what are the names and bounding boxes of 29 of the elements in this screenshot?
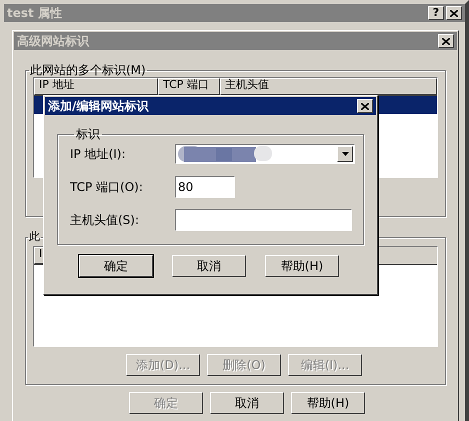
dropdown-button[interactable]	[337, 146, 353, 162]
help-button[interactable]: ?	[428, 6, 444, 20]
close-button[interactable]	[446, 6, 462, 20]
close-icon	[361, 102, 369, 110]
caret-icon	[342, 152, 348, 156]
window-title: 添加/编辑网站标识	[48, 98, 148, 115]
ip-dropdown[interactable]	[175, 144, 355, 164]
window-title: 高级网站标识	[17, 33, 89, 50]
dialog-button[interactable]: 帮助(H)	[265, 255, 339, 277]
dialog-button[interactable]: 确定	[79, 255, 153, 277]
host-header-field[interactable]	[175, 209, 352, 231]
column-header[interactable]: 主机头值	[220, 78, 437, 95]
close-button[interactable]	[438, 34, 454, 48]
dialog-button[interactable]: 取消	[172, 255, 246, 277]
dialog-button[interactable]: 取消	[210, 392, 284, 414]
group-label: 此网站的多个标识(M)	[29, 62, 147, 79]
close-icon	[442, 38, 450, 44]
group-label: 标识	[75, 126, 101, 143]
group-label: 此	[28, 229, 41, 245]
close-icon	[450, 10, 458, 16]
column-header[interactable]: IP 地址	[34, 78, 158, 95]
column-header[interactable]: TCP 端口	[158, 78, 220, 95]
close-button[interactable]	[357, 99, 373, 113]
field-label: TCP 端口(O):	[70, 179, 144, 196]
field-label: IP 地址(I):	[70, 146, 127, 163]
dialog-button[interactable]: 帮助(H)	[291, 392, 365, 414]
port-field[interactable]: 80	[175, 176, 235, 198]
window-title: test 属性	[7, 5, 62, 22]
field-label: 主机头值(S):	[70, 212, 140, 229]
